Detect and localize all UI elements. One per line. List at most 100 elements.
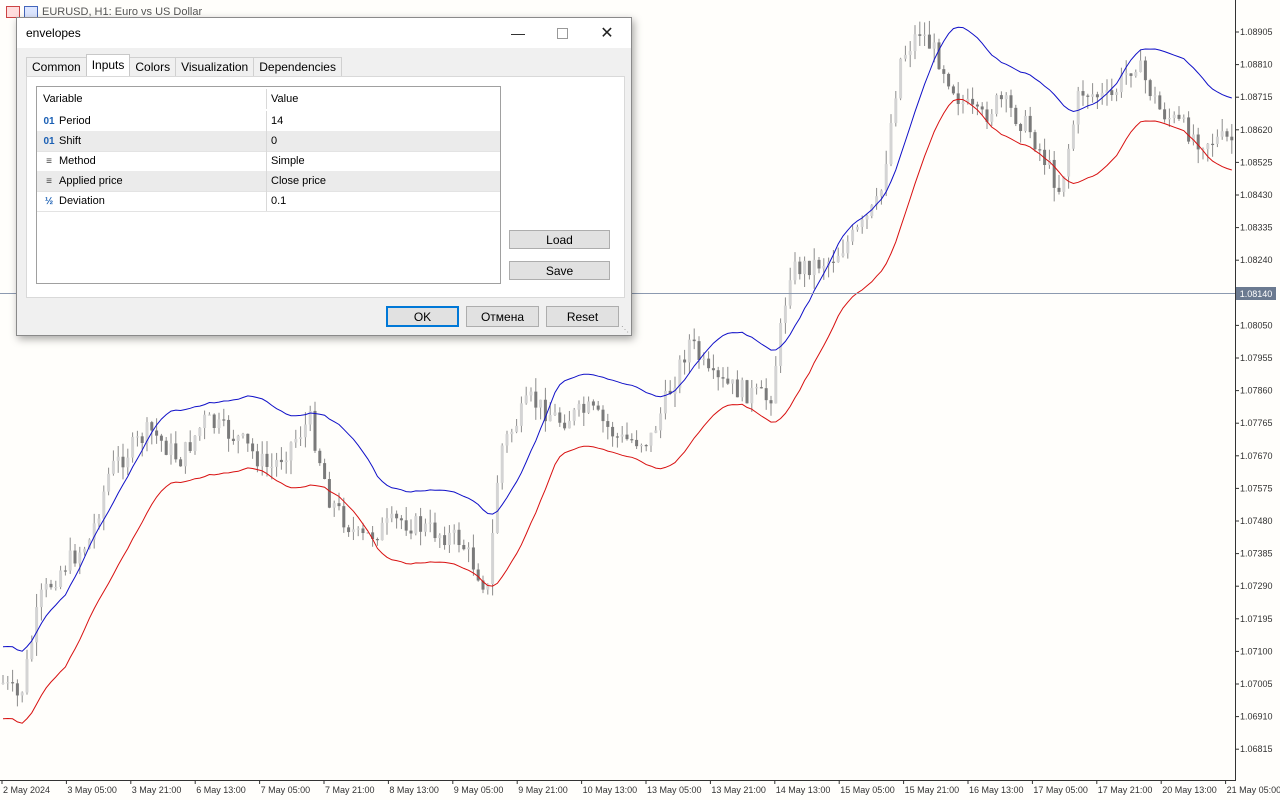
price-label: 1.07290 <box>1240 581 1273 591</box>
candle-body <box>596 405 600 410</box>
candle-body <box>495 482 499 533</box>
price-label: 1.07100 <box>1240 646 1273 656</box>
candle-body <box>639 445 643 447</box>
candle-body <box>1163 109 1167 120</box>
candle-body <box>447 532 451 546</box>
reset-button[interactable]: Reset <box>546 306 619 327</box>
candle-body <box>913 34 917 52</box>
enum-param-icon: ≡ <box>46 155 52 167</box>
candle-body <box>1067 148 1071 177</box>
integer-param-icon: 01 <box>43 135 55 147</box>
load-button[interactable]: Load <box>509 230 610 249</box>
candle-body <box>217 419 221 428</box>
candle-body <box>270 466 274 469</box>
tab-dependencies[interactable]: Dependencies <box>253 57 342 76</box>
candle-body <box>15 683 19 696</box>
table-row[interactable]: ≡ Applied price Close price <box>37 171 500 192</box>
candle-body <box>327 479 331 508</box>
candle-body <box>164 440 168 455</box>
dialog-title: envelopes <box>26 26 81 40</box>
candle-body <box>318 450 322 464</box>
candle-body <box>774 365 778 404</box>
candle-body <box>30 642 34 660</box>
candle-body <box>409 530 413 534</box>
price-label: 1.08525 <box>1240 157 1273 167</box>
table-header: Variable Value <box>37 89 500 109</box>
candle-body <box>227 419 231 439</box>
tab-inputs[interactable]: Inputs <box>85 54 131 76</box>
candle-body <box>332 503 336 508</box>
time-label: 7 May 05:00 <box>261 785 311 795</box>
time-label: 15 May 21:00 <box>905 785 960 795</box>
price-label: 1.07005 <box>1240 679 1273 689</box>
table-row[interactable]: ≡ Method Simple <box>37 151 500 172</box>
time-label: 3 May 21:00 <box>132 785 182 795</box>
candle-body <box>1124 73 1128 75</box>
candle-body <box>1153 95 1157 97</box>
save-button[interactable]: Save <box>509 261 610 280</box>
candle-body <box>390 513 394 519</box>
candle-body <box>995 95 999 114</box>
candle-body <box>591 401 595 406</box>
tab-common[interactable]: Common <box>26 57 87 76</box>
dialog-titlebar[interactable]: envelopes — ✕ <box>17 18 631 48</box>
candle-body <box>467 547 471 550</box>
tab-colors[interactable]: Colors <box>129 57 177 76</box>
candle-body <box>1038 149 1042 151</box>
time-label: 14 May 13:00 <box>776 785 831 795</box>
candle-body <box>644 445 648 447</box>
candle-body <box>735 379 739 398</box>
param-value[interactable]: 0.1 <box>267 195 286 207</box>
candle-body <box>620 434 624 437</box>
close-icon[interactable]: ✕ <box>584 18 630 48</box>
candle-body <box>428 522 432 524</box>
candle-body <box>1177 114 1181 119</box>
candle-body <box>323 463 327 480</box>
candle-body <box>303 424 307 438</box>
table-row[interactable]: ½ Deviation 0.1 <box>37 191 500 212</box>
param-value[interactable]: 0 <box>267 135 277 147</box>
candle-body <box>414 516 418 534</box>
candle-body <box>6 682 10 684</box>
param-value[interactable]: 14 <box>267 115 283 127</box>
minimize-icon[interactable]: — <box>495 18 541 48</box>
candle-body <box>111 460 115 474</box>
maximize-icon[interactable] <box>539 18 585 48</box>
cancel-button[interactable]: Отмена <box>466 306 539 327</box>
candle-body <box>683 359 687 363</box>
candle-body <box>1182 117 1186 119</box>
candle-body <box>942 69 946 74</box>
header-value[interactable]: Value <box>267 93 298 105</box>
candle-body <box>831 261 835 263</box>
candle-body <box>126 457 130 468</box>
table-row[interactable]: 01 Period 14 <box>37 111 500 132</box>
ok-button[interactable]: OK <box>386 306 459 327</box>
candle-body <box>375 539 379 541</box>
candle-body <box>1110 90 1114 95</box>
tab-visualization[interactable]: Visualization <box>175 57 255 76</box>
candle-body <box>975 104 979 107</box>
header-variable[interactable]: Variable <box>37 89 267 109</box>
enum-param-icon: ≡ <box>46 175 52 187</box>
time-label: 15 May 05:00 <box>840 785 895 795</box>
param-name: Applied price <box>59 175 123 187</box>
candle-body <box>236 435 240 442</box>
candle-body <box>39 589 43 608</box>
time-label: 7 May 21:00 <box>325 785 375 795</box>
candle-body <box>956 93 960 104</box>
candle-body <box>539 399 543 408</box>
candle-body <box>1028 115 1032 133</box>
candle-body <box>299 437 303 439</box>
candle-body <box>999 95 1003 100</box>
price-label: 1.08335 <box>1240 223 1273 233</box>
candle-body <box>755 387 759 389</box>
param-value[interactable]: Close price <box>267 175 326 187</box>
candle-body <box>356 528 360 530</box>
candle-body <box>726 378 730 384</box>
resize-grip-icon[interactable]: ⋱ <box>621 325 629 334</box>
table-row[interactable]: 01 Shift 0 <box>37 131 500 152</box>
param-value[interactable]: Simple <box>267 155 305 167</box>
candle-body <box>116 456 120 461</box>
candle-body <box>193 435 197 451</box>
candle-body <box>927 34 931 49</box>
